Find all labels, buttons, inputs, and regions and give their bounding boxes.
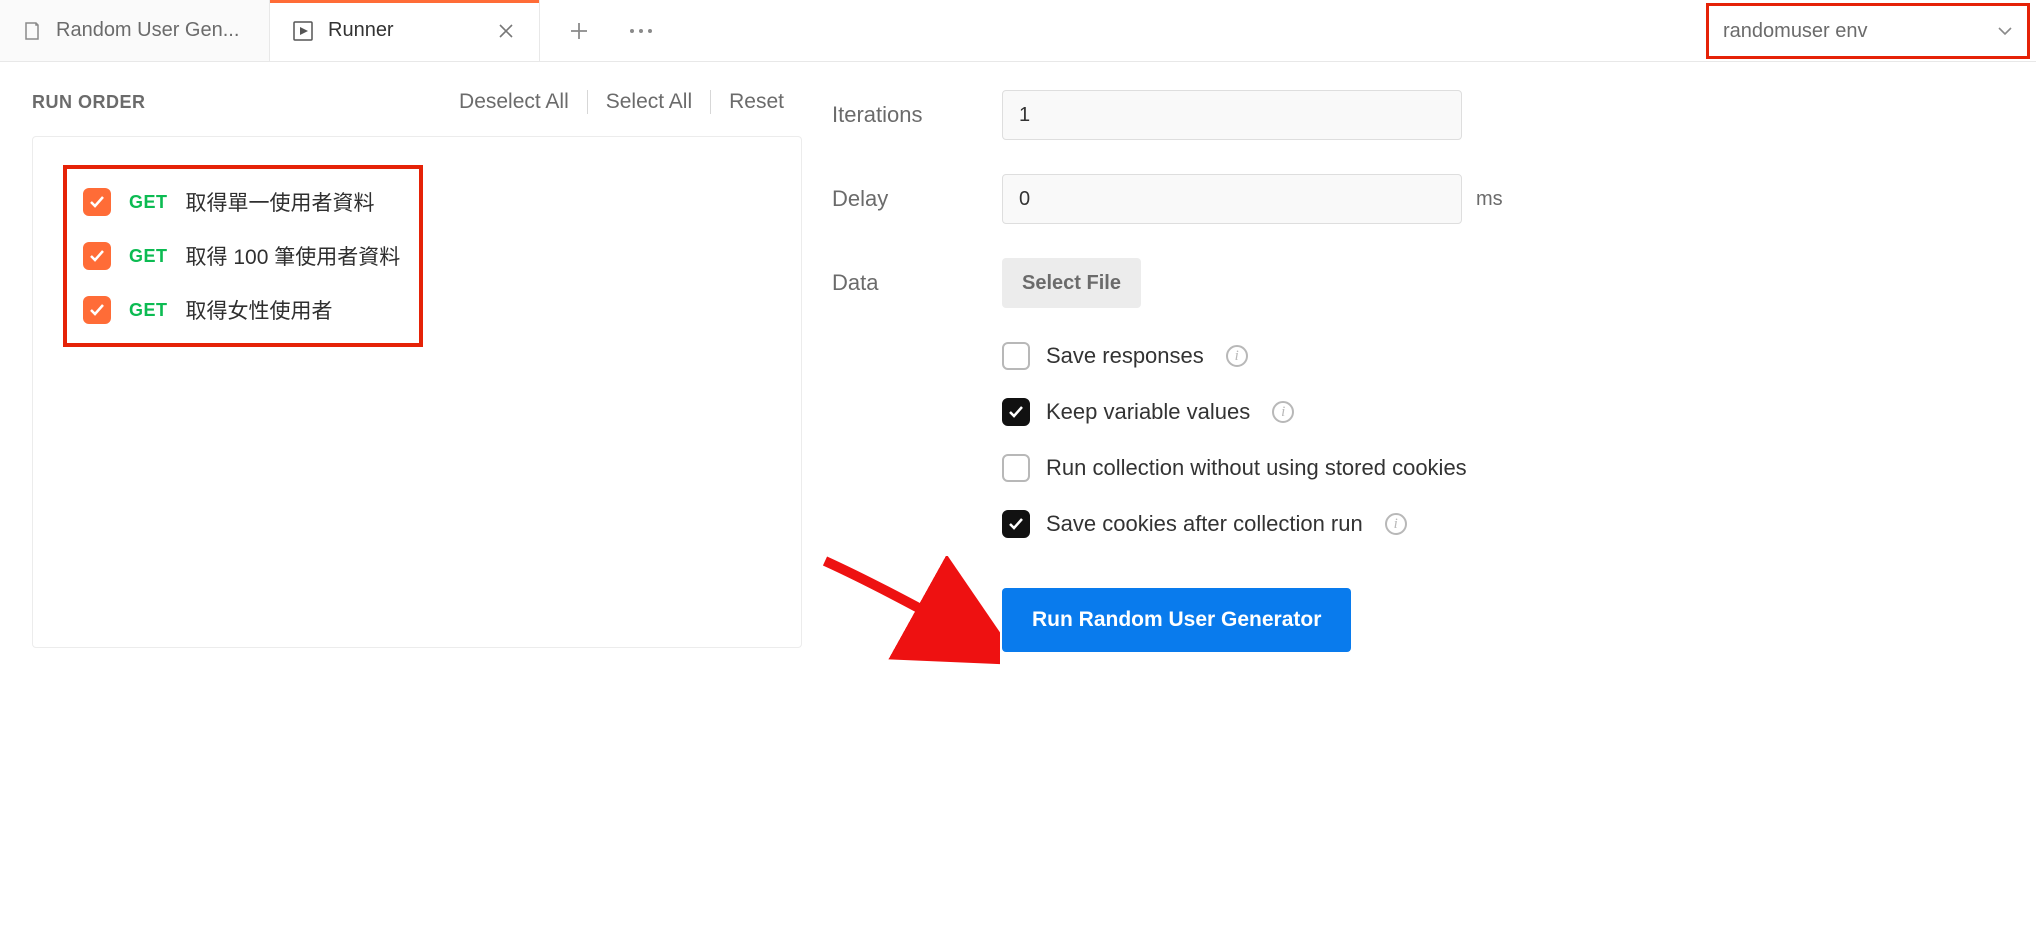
request-method: GET	[129, 192, 168, 213]
iterations-label: Iterations	[832, 102, 1002, 128]
tab-collection-label: Random User Gen...	[56, 19, 247, 42]
option-label: Save cookies after collection run	[1046, 511, 1363, 537]
request-checkbox[interactable]	[83, 296, 111, 324]
delay-unit: ms	[1476, 188, 1503, 211]
request-item[interactable]: GET 取得女性使用者	[83, 295, 403, 325]
run-button[interactable]: Run Random User Generator	[1002, 588, 1351, 652]
tab-bar: Random User Gen... Runner rand	[0, 0, 2036, 62]
request-item[interactable]: GET 取得 100 筆使用者資料	[83, 241, 403, 271]
delay-input[interactable]	[1002, 174, 1462, 224]
info-icon[interactable]: i	[1385, 513, 1407, 535]
select-all-link[interactable]: Select All	[587, 90, 710, 114]
iterations-input[interactable]	[1002, 90, 1462, 140]
deselect-all-link[interactable]: Deselect All	[459, 90, 587, 114]
checkbox[interactable]	[1002, 454, 1030, 482]
option-keep-variable-values[interactable]: Keep variable values i	[1002, 398, 2016, 426]
close-tab-button[interactable]	[495, 20, 517, 42]
request-name: 取得女性使用者	[186, 295, 333, 325]
request-method: GET	[129, 300, 168, 321]
environment-selector-value: randomuser env	[1723, 20, 1868, 43]
option-save-cookies[interactable]: Save cookies after collection run i	[1002, 510, 2016, 538]
new-tab-button[interactable]	[568, 20, 590, 42]
checkbox[interactable]	[1002, 510, 1030, 538]
request-list: GET 取得單一使用者資料 GET 取得 100 筆使用者資料 GET 取得女性…	[32, 136, 802, 648]
checkbox[interactable]	[1002, 398, 1030, 426]
info-icon[interactable]: i	[1272, 401, 1294, 423]
request-checkbox[interactable]	[83, 242, 111, 270]
request-checkbox[interactable]	[83, 188, 111, 216]
data-label: Data	[832, 270, 1002, 296]
request-method: GET	[129, 246, 168, 267]
option-label: Keep variable values	[1046, 399, 1250, 425]
tab-runner[interactable]: Runner	[270, 0, 540, 61]
reset-link[interactable]: Reset	[710, 90, 802, 114]
tab-runner-label: Runner	[328, 19, 481, 42]
select-file-button[interactable]: Select File	[1002, 258, 1141, 308]
more-tabs-button[interactable]	[628, 27, 654, 35]
delay-label: Delay	[832, 186, 1002, 212]
option-save-responses[interactable]: Save responses i	[1002, 342, 2016, 370]
request-highlight-box: GET 取得單一使用者資料 GET 取得 100 筆使用者資料 GET 取得女性…	[63, 165, 423, 347]
tab-collection[interactable]: Random User Gen...	[0, 0, 270, 61]
request-name: 取得單一使用者資料	[186, 187, 375, 217]
tab-actions	[540, 0, 682, 61]
chevron-down-icon	[1997, 26, 2013, 36]
runner-icon	[292, 20, 314, 42]
info-icon[interactable]: i	[1226, 345, 1248, 367]
checkbox[interactable]	[1002, 342, 1030, 370]
request-item[interactable]: GET 取得單一使用者資料	[83, 187, 403, 217]
option-run-without-cookies[interactable]: Run collection without using stored cook…	[1002, 454, 2016, 482]
request-name: 取得 100 筆使用者資料	[186, 241, 401, 271]
option-label: Run collection without using stored cook…	[1046, 455, 1467, 481]
option-label: Save responses	[1046, 343, 1204, 369]
run-order-heading: RUN ORDER	[32, 92, 146, 113]
collection-icon	[22, 21, 42, 41]
environment-selector[interactable]: randomuser env	[1706, 3, 2030, 59]
